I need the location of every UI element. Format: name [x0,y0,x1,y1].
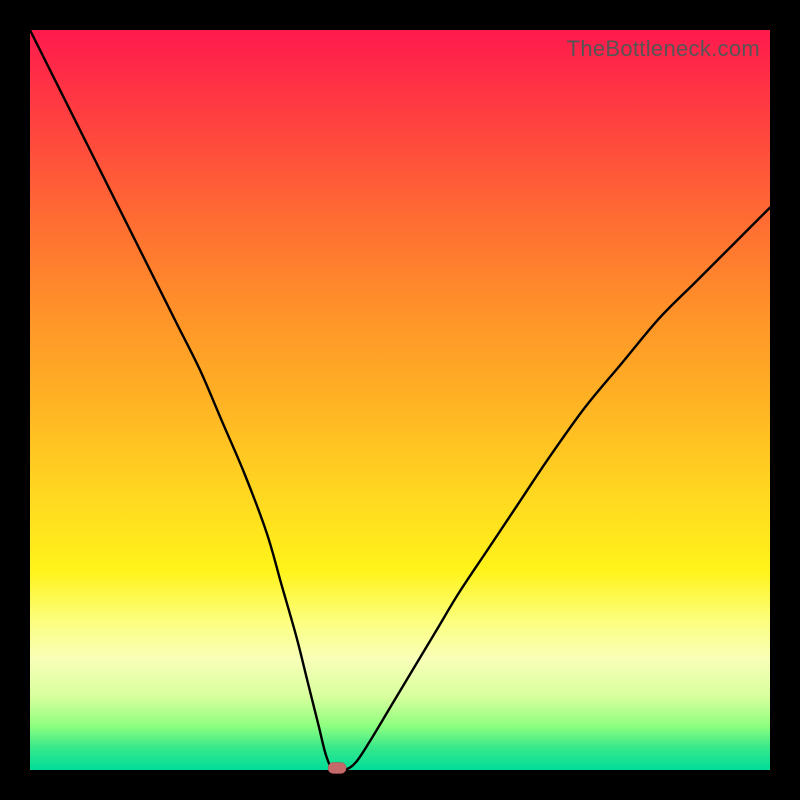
plot-area: TheBottleneck.com [30,30,770,770]
chart-frame: TheBottleneck.com [0,0,800,800]
curve-layer [30,30,770,770]
optimum-marker [328,763,346,774]
bottleneck-curve [30,30,770,771]
